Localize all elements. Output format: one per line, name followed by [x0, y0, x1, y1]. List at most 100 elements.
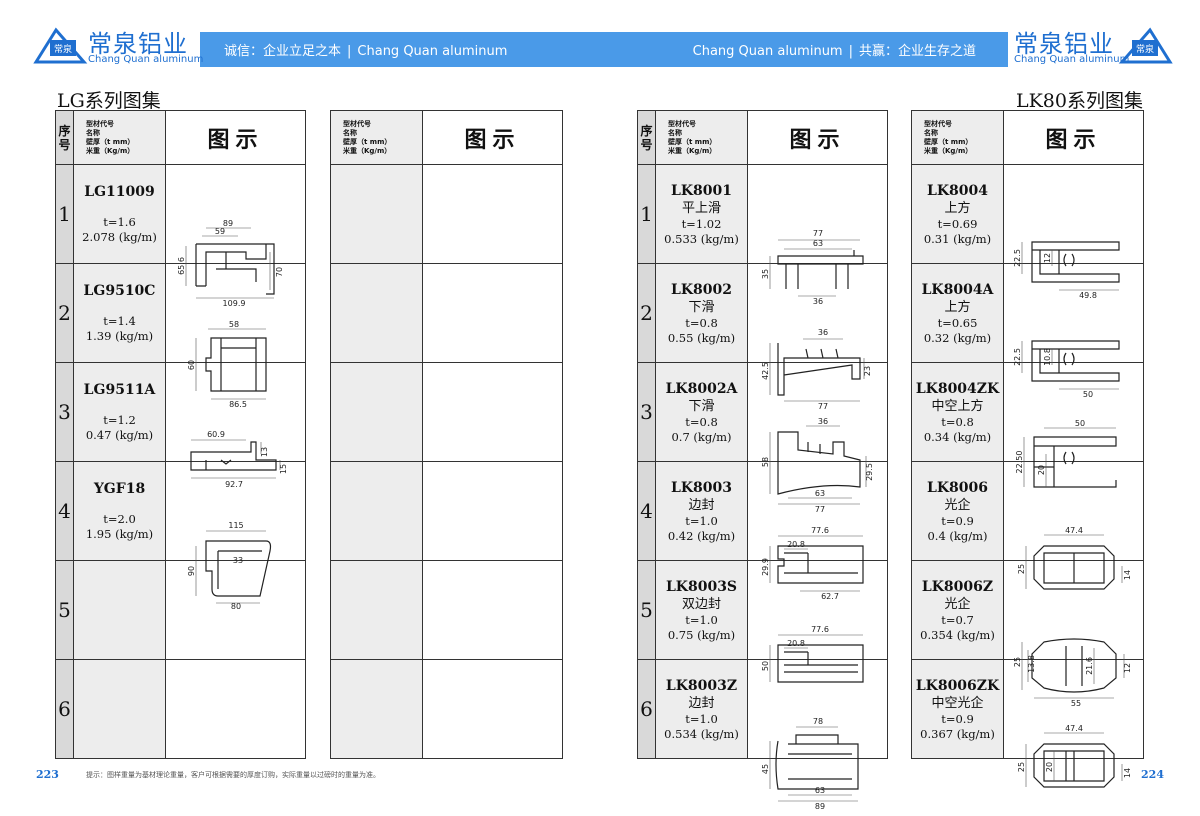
profile-weight: 0.34 (kg/m) [923, 429, 992, 444]
section-title-right: LK80系列图集 [1016, 90, 1143, 112]
row-info: LK8004A 上方 t=0.65 0.32 (kg/m) [911, 263, 1004, 363]
row-info [330, 263, 423, 363]
dimension-label: 78 [813, 717, 823, 726]
header-info-line: 名称 [86, 128, 100, 137]
row-info: LK8006ZK 中空光企 t=0.9 0.367 (kg/m) [911, 659, 1004, 759]
dimension-label: 80 [231, 602, 241, 611]
profile-weight: 0.533 (kg/m) [664, 231, 739, 246]
table-row [330, 461, 563, 561]
row-figure [422, 263, 563, 363]
separator: | [347, 44, 352, 59]
brand-mark-text: 常泉 [1136, 43, 1154, 55]
row-seq: 6 [55, 659, 74, 759]
dimension-label: 60.9 [207, 430, 225, 439]
dimension-label: 20 [1045, 762, 1054, 772]
header-info-line: 米重（Kg/m） [668, 146, 717, 155]
dimension-label: 15 [279, 464, 288, 474]
profile-thickness: t=0.9 [941, 711, 974, 726]
profile-svg: 47.4 25 14 [1017, 526, 1132, 590]
dimension-label: 65.6 [177, 257, 186, 275]
profile-svg: 365829.56377 [761, 417, 874, 512]
table-row [330, 362, 563, 462]
row-seq: 5 [55, 560, 74, 660]
profile-code: LK8004 [927, 182, 988, 199]
row-info: YGF18 t=2.0 1.95 (kg/m) [73, 461, 166, 561]
dimension-label: 62.7 [821, 592, 839, 601]
row-info: LK8004 上方 t=0.69 0.31 (kg/m) [911, 164, 1004, 264]
profile-code: LG9511A [83, 382, 156, 398]
header-info: 型材代号 名称 壁厚（t mm） 米重（Kg/m） [330, 110, 423, 165]
row-figure [422, 362, 563, 462]
dimension-label: 50 [761, 661, 770, 671]
slogan-right-cn: 共赢：企业生存之道 [858, 44, 976, 59]
profile-code: LK8004A [921, 281, 994, 298]
header-info-line: 米重（Kg/m） [343, 146, 392, 155]
header-info-line: 型材代号 [343, 119, 371, 128]
dimension-label: 115 [228, 521, 243, 530]
row-figure [422, 461, 563, 561]
profile-name: 双边封 [681, 596, 721, 612]
profile-weight: 0.367 (kg/m) [920, 726, 995, 741]
profile-thickness: t=1.6 [103, 215, 136, 229]
dimension-label: 47.4 [1065, 526, 1083, 535]
header-info-line: 米重（Kg/m） [86, 146, 135, 155]
profile-weight: 0.75 (kg/m) [667, 627, 736, 642]
brand-logo-left: 常泉 常泉铝业 Chang Quan aluminum [32, 22, 212, 70]
profile-thickness: t=1.2 [103, 413, 136, 427]
section-title-left: LG系列图集 [57, 90, 161, 112]
row-info [330, 560, 423, 660]
dimension-label: 25 [1017, 564, 1026, 574]
profile-name: 上方 [944, 200, 971, 216]
profile-weight: 0.55 (kg/m) [667, 330, 736, 345]
header-info: 型材代号 名称 壁厚（t mm） 米重（Kg/m） [73, 110, 166, 165]
header-info-line: 壁厚（t mm） [668, 137, 717, 146]
dimension-label: 35 [761, 269, 770, 279]
dimension-label: 25 [1013, 657, 1022, 667]
profile-svg: 7763 35 36 [761, 229, 864, 306]
dimension-label: 92.7 [225, 480, 243, 489]
row-seq: 5 [637, 560, 656, 660]
profile-code: LG9510C [83, 283, 156, 299]
header-figure: 图示 [747, 110, 888, 165]
brand-name-en: Chang Quan aluminum [88, 54, 204, 65]
header-info-line: 型材代号 [668, 119, 696, 128]
header-info: 型材代号 名称 壁厚（t mm） 米重（Kg/m） [911, 110, 1004, 165]
brand-mark-icon: 常泉 [1118, 27, 1173, 64]
row-info: LK8006Z 光企 t=0.7 0.354 (kg/m) [911, 560, 1004, 660]
table-row: 6 [55, 659, 306, 759]
row-info: LG9511A t=1.2 0.47 (kg/m) [73, 362, 166, 462]
row-seq: 4 [55, 461, 74, 561]
row-info [330, 164, 423, 264]
profile-thickness: t=0.8 [941, 414, 974, 429]
brand-mark-icon: 常泉 [33, 27, 88, 64]
row-info: LG9510C t=1.4 1.39 (kg/m) [73, 263, 166, 363]
profile-code: LK8003Z [665, 677, 738, 694]
row-seq: 2 [637, 263, 656, 363]
row-info: LK8001 平上滑 t=1.02 0.533 (kg/m) [655, 164, 748, 264]
row-figure: 77 63 35 36 [747, 164, 888, 306]
header-figure: 图示 [422, 110, 563, 165]
table-row: 1 LG11009 t=1.6 2.078 (kg/m) 89 59 65.6 70 109.9 [55, 164, 306, 308]
dimension-label: 22.5 [1013, 348, 1022, 366]
header-info-line: 米重（Kg/m） [924, 146, 973, 155]
header-info-line: 名称 [343, 128, 357, 137]
row-info [330, 659, 423, 759]
page-number-right: 224 [1141, 768, 1164, 781]
profile-code: LK8003 [671, 479, 732, 496]
dimension-label: 45 [761, 764, 770, 774]
footer-note: 提示：图样重量为基材理论重量，客户可根据需要的厚度订购，实际重量以过磅时的重量为… [86, 771, 380, 779]
dimension-label: 70 [275, 267, 284, 277]
table-row [330, 263, 563, 363]
profile-svg: 115 33 90 80 [187, 521, 272, 611]
profile-weight: 0.4 (kg/m) [927, 528, 988, 543]
profile-weight: 0.354 (kg/m) [920, 627, 995, 642]
row-info: LK8002 下滑 t=0.8 0.55 (kg/m) [655, 263, 748, 363]
profile-name: 中空光企 [931, 695, 984, 711]
header-seq: 序号 [55, 110, 74, 165]
dimension-label: 50 [1083, 390, 1093, 399]
dimension-label: 21.6 [1085, 657, 1094, 675]
profile-svg: 22.5 10.8 50 [1013, 340, 1120, 399]
profile-name: 下滑 [688, 398, 715, 414]
